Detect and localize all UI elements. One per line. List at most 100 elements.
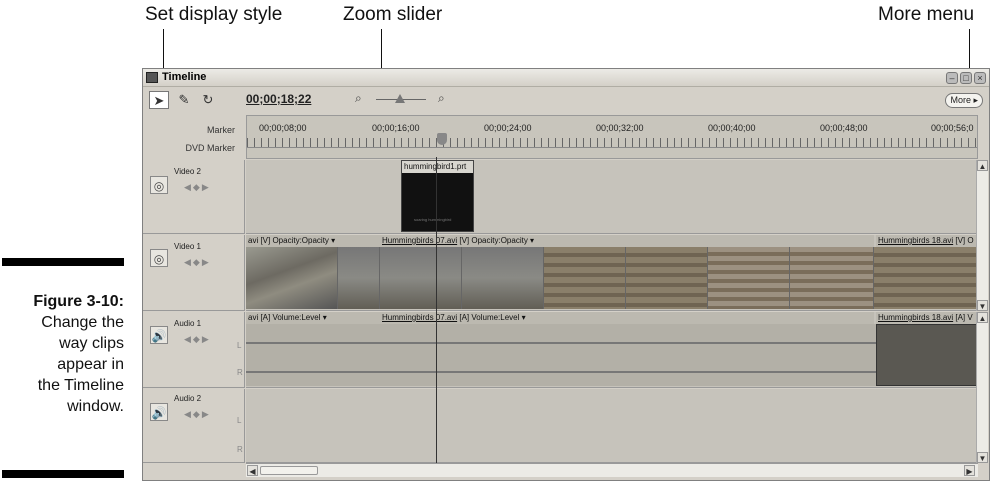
clip-label[interactable]: Hummingbirds 18.avi [V] O (876, 235, 978, 247)
speaker-icon[interactable]: 🔊 (150, 326, 168, 344)
window-title: Timeline (162, 71, 207, 83)
razor-tool-icon[interactable]: ✎ (174, 91, 194, 109)
keyframe-nav-icon[interactable]: ◀◆▶ (184, 334, 211, 345)
selection-tool-icon[interactable]: ➤ (149, 91, 169, 109)
clip-caption: soaring hummingbird (414, 217, 452, 222)
clip-label-rest: [A] Volume:Level ▾ (457, 313, 526, 322)
window-controls: – □ × (946, 72, 986, 84)
caption-line: the Timeline (37, 377, 124, 394)
video-scrollbar[interactable]: ▲ ▼ (976, 160, 988, 311)
waveform (246, 371, 876, 373)
tick-label: 00;00;32;00 (596, 123, 644, 133)
zoom-out-icon[interactable]: ⌕ (355, 91, 362, 106)
thumbnail (380, 247, 462, 309)
keyframe-nav-icon[interactable]: ◀◆▶ (184, 409, 211, 420)
thumbnail (790, 247, 874, 309)
waveform (246, 342, 876, 344)
figure-caption: Figure 3-10: Change the way clips appear… (0, 291, 124, 417)
clip-label[interactable]: Hummingbirds 07.avi [A] Volume:Level ▾ (380, 312, 874, 324)
clip-thumbnails (246, 247, 978, 309)
figure-number: Figure 3-10: (33, 293, 124, 310)
track-name: Audio 1 (174, 319, 202, 328)
track-video1[interactable]: avi [V] Opacity:Opacity ▾ Hummingbirds 0… (246, 235, 978, 311)
scroll-thumb[interactable] (260, 466, 318, 475)
caption-rule-bottom (2, 470, 124, 478)
caption-line: appear in (57, 356, 124, 373)
horizontal-scrollbar[interactable]: ◀ ▶ (246, 463, 978, 477)
ripple-tool-icon[interactable]: ↻ (198, 91, 218, 109)
set-display-style-icon[interactable]: ◎ (150, 249, 168, 267)
track-name: Video 1 (174, 242, 201, 251)
track-audio2[interactable] (246, 389, 978, 463)
keyframe-nav-icon[interactable]: ◀◆▶ (184, 182, 211, 193)
caption-line: way clips (59, 335, 124, 352)
clip-label-rest: [V] O (953, 236, 974, 245)
thumbnail (626, 247, 708, 309)
clip-label[interactable]: avi [V] Opacity:Opacity ▾ (246, 235, 380, 247)
track-header-video1: ◎ Video 1 ◀◆▶ (143, 235, 245, 311)
audio-scrollbar[interactable]: ▲ ▼ (976, 312, 988, 463)
tick-label: 00;00;40;00 (708, 123, 756, 133)
set-display-style-icon[interactable]: ◎ (150, 176, 168, 194)
scroll-left-icon[interactable]: ◀ (247, 465, 258, 476)
thumbnail (246, 247, 338, 309)
toolbar: ➤ ✎ ↻ 00;00;18;22 ⌕ ⌕ More ▸ (143, 88, 989, 112)
callout-zoom-slider: Zoom slider (343, 4, 443, 25)
speaker-icon[interactable]: 🔊 (150, 403, 168, 421)
timeline-window: Timeline – □ × ➤ ✎ ↻ 00;00;18;22 ⌕ ⌕ Mor… (142, 68, 990, 481)
clip-hummingbird-prt[interactable]: hummingbird1.prt soaring hummingbird (401, 160, 474, 232)
close-icon[interactable]: × (974, 72, 986, 84)
clip-label-rest: [A] V (953, 313, 973, 322)
caption-line: Change the (41, 314, 124, 331)
more-menu-button[interactable]: More ▸ (945, 93, 983, 108)
keyframe-nav-icon[interactable]: ◀◆▶ (184, 257, 211, 268)
clip-label[interactable]: Hummingbirds 07.avi [V] Opacity:Opacity … (380, 235, 874, 247)
callout-set-display-style: Set display style (145, 4, 283, 25)
clip-name: Hummingbirds 18.avi (878, 313, 954, 322)
clip-label-rest: [V] Opacity:Opacity ▾ (457, 236, 535, 245)
left-channel-label: L (237, 341, 242, 350)
playhead-handle[interactable] (437, 133, 447, 145)
current-timecode[interactable]: 00;00;18;22 (246, 92, 311, 106)
dvd-marker-label: DVD Marker (185, 143, 235, 153)
zoom-slider-thumb[interactable] (395, 94, 405, 103)
tick-label: 00;00;08;00 (259, 123, 307, 133)
thumbnail (338, 247, 380, 309)
scroll-down-icon[interactable]: ▼ (977, 300, 988, 311)
track-video2[interactable]: hummingbird1.prt soaring hummingbird (246, 160, 978, 234)
clip-label: hummingbird1.prt (402, 161, 473, 173)
minimize-icon[interactable]: – (946, 72, 958, 84)
caption-line: window. (67, 398, 124, 415)
right-channel-label: R (237, 368, 243, 377)
tick-label: 00;00;48;00 (820, 123, 868, 133)
audio-waveform-area (246, 324, 978, 386)
time-ruler[interactable]: 00;00;08;00 00;00;16;00 00;00;24;00 00;0… (246, 115, 978, 159)
track-name: Audio 2 (174, 394, 202, 403)
thumbnail (544, 247, 626, 309)
right-channel-label: R (237, 445, 243, 454)
scroll-down-icon[interactable]: ▼ (977, 452, 988, 463)
title-bar: Timeline – □ × (143, 69, 989, 87)
clip-label[interactable]: Hummingbirds 18.avi [A] V (876, 312, 978, 324)
tick-label: 00;00;24;00 (484, 123, 532, 133)
thumbnail (708, 247, 790, 309)
track-header-video2: ◎ Video 2 ◀◆▶ (143, 160, 245, 234)
maximize-icon[interactable]: □ (960, 72, 972, 84)
callout-more-menu: More menu (878, 4, 975, 25)
scroll-up-icon[interactable]: ▲ (977, 312, 988, 323)
track-name: Video 2 (174, 167, 201, 176)
track-header-audio1: 🔊 Audio 1 ◀◆▶ L R (143, 312, 245, 388)
zoom-in-icon[interactable]: ⌕ (438, 91, 445, 106)
scroll-right-icon[interactable]: ▶ (964, 465, 975, 476)
left-channel-label: L (237, 416, 242, 425)
tick-label: 00;00;16;00 (372, 123, 420, 133)
track-header-audio2: 🔊 Audio 2 ◀◆▶ L R (143, 389, 245, 463)
thumbnail (462, 247, 544, 309)
marker-label: Marker (206, 125, 235, 135)
timeline-app-icon (146, 72, 158, 83)
clip-label[interactable]: avi [A] Volume:Level ▾ (246, 312, 380, 324)
ruler-ticks (247, 138, 977, 148)
scroll-up-icon[interactable]: ▲ (977, 160, 988, 171)
ruler-labels: Marker DVD Marker (143, 113, 245, 159)
track-audio1[interactable]: avi [A] Volume:Level ▾ Hummingbirds 07.a… (246, 312, 978, 388)
